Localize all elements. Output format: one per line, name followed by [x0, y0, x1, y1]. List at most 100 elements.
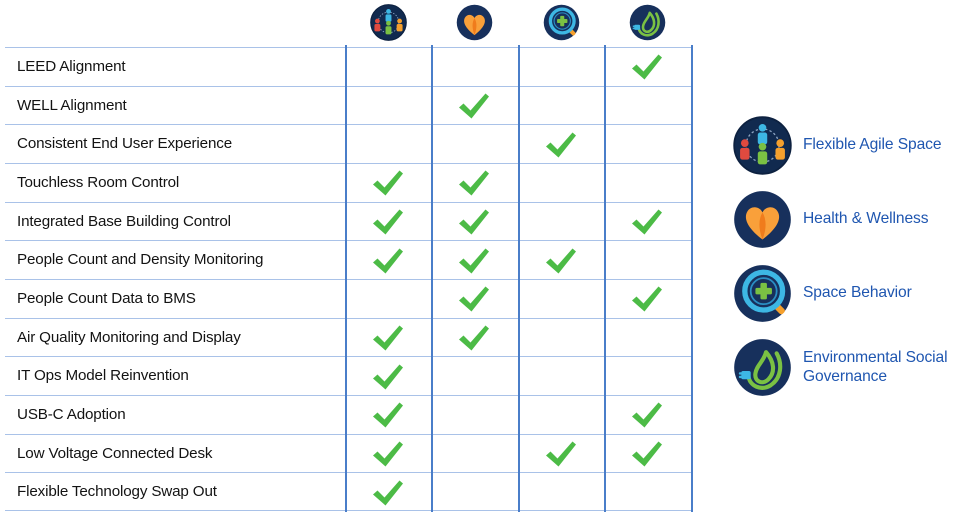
environmental-social-governance-icon [733, 338, 792, 397]
matrix-cell-space-behavior[interactable] [518, 125, 604, 164]
matrix-cell-space-behavior[interactable] [518, 396, 604, 435]
matrix-cell-health-wellness[interactable] [431, 203, 517, 242]
capability-matrix: LEED Alignment WELL Alignment Consistent… [5, 0, 693, 512]
check-mark-icon [371, 246, 405, 276]
check-mark-icon [371, 207, 405, 237]
check-mark-icon [371, 168, 405, 198]
matrix-cell-environmental-social-governance[interactable] [604, 125, 690, 164]
matrix-cell-flexible-agile-space[interactable] [345, 48, 431, 87]
table-row: People Count and Density Monitoring [5, 240, 692, 279]
row-label: Low Voltage Connected Desk [17, 444, 213, 462]
check-mark-icon [630, 52, 664, 82]
matrix-cell-environmental-social-governance[interactable] [604, 87, 690, 126]
table-row: Integrated Base Building Control [5, 201, 692, 242]
matrix-cell-environmental-social-governance[interactable] [604, 319, 690, 358]
matrix-cell-space-behavior[interactable] [518, 241, 604, 280]
table-row: Flexible Technology Swap Out [5, 472, 692, 511]
matrix-cell-flexible-agile-space[interactable] [345, 319, 431, 358]
column-header-space-behavior [518, 4, 604, 41]
matrix-cell-health-wellness[interactable] [431, 280, 517, 319]
matrix-cell-space-behavior[interactable] [518, 280, 604, 319]
matrix-column-headers [5, 0, 692, 47]
column-separator-2 [518, 45, 520, 512]
check-mark-icon [457, 91, 491, 121]
legend-item-health-wellness[interactable]: Health & Wellness [733, 182, 980, 256]
legend-item-space-behavior[interactable]: Space Behavior [733, 256, 980, 330]
row-label: People Count Data to BMS [17, 289, 196, 307]
matrix-cell-health-wellness[interactable] [431, 319, 517, 358]
space-behavior-icon [733, 264, 792, 323]
matrix-cell-space-behavior[interactable] [518, 164, 604, 203]
matrix-cell-space-behavior[interactable] [518, 203, 604, 242]
legend-label-line1: Health & Wellness [803, 210, 929, 228]
legend-item-label: Space Behavior [803, 283, 912, 302]
check-mark-icon [630, 207, 664, 237]
matrix-cell-environmental-social-governance[interactable] [604, 48, 690, 87]
matrix-cell-flexible-agile-space[interactable] [345, 87, 431, 126]
row-label: WELL Alignment [17, 96, 127, 114]
column-separator-0 [345, 45, 347, 512]
matrix-cell-space-behavior[interactable] [518, 357, 604, 396]
matrix-cell-flexible-agile-space[interactable] [345, 164, 431, 203]
table-row: WELL Alignment [5, 85, 692, 126]
matrix-cell-space-behavior[interactable] [518, 319, 604, 358]
legend-item-label: Flexible Agile Space [803, 135, 942, 154]
check-mark-icon [371, 362, 405, 392]
matrix-cell-environmental-social-governance[interactable] [604, 357, 690, 396]
matrix-rows: LEED Alignment WELL Alignment Consistent… [5, 47, 692, 511]
matrix-cell-environmental-social-governance[interactable] [604, 396, 690, 435]
column-header-health-wellness [431, 4, 517, 41]
matrix-cell-environmental-social-governance[interactable] [604, 241, 690, 280]
check-mark-icon [630, 284, 664, 314]
row-label: Flexible Technology Swap Out [17, 483, 217, 501]
matrix-cell-space-behavior[interactable] [518, 435, 604, 474]
matrix-cell-environmental-social-governance[interactable] [604, 280, 690, 319]
legend-label-line1: Space Behavior [803, 284, 912, 302]
matrix-cell-flexible-agile-space[interactable] [345, 396, 431, 435]
column-separator-4 [691, 45, 693, 512]
check-mark-icon [630, 400, 664, 430]
matrix-cell-environmental-social-governance[interactable] [604, 164, 690, 203]
matrix-cell-flexible-agile-space[interactable] [345, 357, 431, 396]
legend-label-line1: Environmental Social [803, 348, 948, 366]
matrix-cell-environmental-social-governance[interactable] [604, 435, 690, 474]
matrix-cell-health-wellness[interactable] [431, 164, 517, 203]
matrix-cell-flexible-agile-space[interactable] [345, 435, 431, 474]
table-row: Touchless Room Control [5, 162, 692, 203]
matrix-cell-environmental-social-governance[interactable] [604, 203, 690, 242]
matrix-cell-health-wellness[interactable] [431, 473, 517, 512]
matrix-cell-health-wellness[interactable] [431, 87, 517, 126]
matrix-cell-flexible-agile-space[interactable] [345, 125, 431, 164]
column-separator-3 [604, 45, 606, 512]
legend-item-environmental-social-governance[interactable]: Environmental Social Governance [733, 330, 980, 404]
matrix-cell-flexible-agile-space[interactable] [345, 473, 431, 512]
check-mark-icon [544, 439, 578, 469]
matrix-cell-health-wellness[interactable] [431, 241, 517, 280]
environmental-social-governance-icon [629, 4, 666, 41]
matrix-cell-environmental-social-governance[interactable] [604, 473, 690, 512]
matrix-cell-health-wellness[interactable] [431, 48, 517, 87]
check-mark-icon [371, 400, 405, 430]
matrix-cell-flexible-agile-space[interactable] [345, 241, 431, 280]
matrix-cell-space-behavior[interactable] [518, 48, 604, 87]
legend-label-line1: Flexible Agile Space [803, 136, 942, 154]
matrix-cell-space-behavior[interactable] [518, 87, 604, 126]
legend-item-label: Health & Wellness [803, 209, 929, 228]
matrix-cell-space-behavior[interactable] [518, 473, 604, 512]
row-label: Consistent End User Experience [17, 135, 232, 153]
matrix-cell-health-wellness[interactable] [431, 125, 517, 164]
matrix-cell-health-wellness[interactable] [431, 396, 517, 435]
matrix-cell-flexible-agile-space[interactable] [345, 203, 431, 242]
matrix-cell-health-wellness[interactable] [431, 435, 517, 474]
legend-item-flexible-agile-space[interactable]: Flexible Agile Space [733, 108, 980, 182]
column-header-environmental-social-governance [604, 4, 690, 41]
check-mark-icon [457, 323, 491, 353]
matrix-cell-flexible-agile-space[interactable] [345, 280, 431, 319]
matrix-cell-health-wellness[interactable] [431, 357, 517, 396]
table-row: IT Ops Model Reinvention [5, 356, 692, 395]
check-mark-icon [457, 207, 491, 237]
check-mark-icon [457, 284, 491, 314]
legend: Flexible Agile Space Health & Wellness S… [733, 108, 980, 404]
table-row: People Count Data to BMS [5, 278, 692, 319]
check-mark-icon [457, 168, 491, 198]
